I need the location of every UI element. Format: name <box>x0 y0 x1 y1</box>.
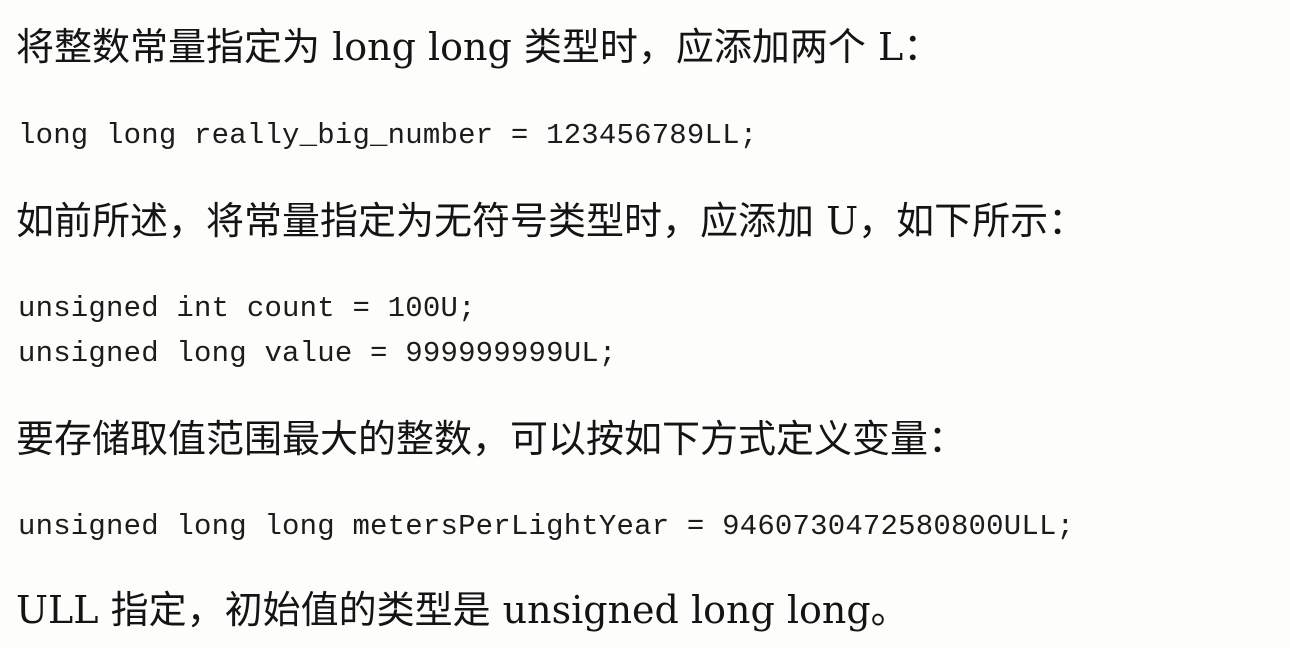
document-page: 将整数常量指定为 long long 类型时，应添加两个 L： long lon… <box>0 0 1290 648</box>
code-line-unsigned-long: unsigned long value = 999999999UL; <box>18 337 617 370</box>
code-line-long-long: long long really_big_number = 123456789L… <box>18 119 758 152</box>
paragraph-largest-range: 要存储取值范围最大的整数，可以按如下方式定义变量： <box>16 417 967 461</box>
paragraph-unsigned-suffix: 如前所述，将常量指定为无符号类型时，应添加 U，如下所示： <box>16 199 1087 243</box>
paragraph-long-long-suffix: 将整数常量指定为 long long 类型时，应添加两个 L： <box>16 25 942 69</box>
code-line-unsigned-long-long: unsigned long long metersPerLightYear = … <box>18 510 1075 543</box>
paragraph-ull-explanation: ULL 指定，初始值的类型是 unsigned long long。 <box>16 588 909 632</box>
code-line-unsigned-int: unsigned int count = 100U; <box>18 292 476 325</box>
